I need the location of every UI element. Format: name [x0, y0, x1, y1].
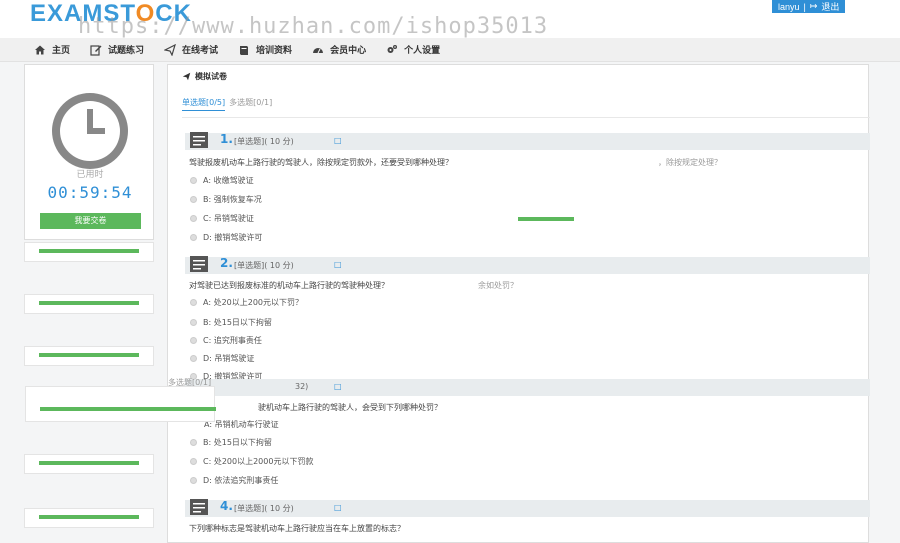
- side-card: [24, 508, 154, 528]
- question-tabs: 单选题[0/5] 多选题[0/1]: [182, 97, 272, 111]
- radio-button[interactable]: [190, 234, 197, 241]
- answer-option[interactable]: C: 吊销驾驶证: [190, 213, 254, 224]
- radio-button[interactable]: [190, 439, 197, 446]
- gears-icon: [387, 44, 398, 53]
- answer-option[interactable]: A: 处20以上200元以下罚？: [190, 297, 303, 308]
- timer-display: 00:59:54: [47, 183, 133, 202]
- question-type: [单选题]( 10 分): [234, 137, 294, 146]
- answer-option[interactable]: D: 依法追究刑事责任: [190, 475, 278, 486]
- bookmark-icon[interactable]: □: [334, 260, 342, 269]
- bookmark-icon[interactable]: □: [334, 136, 342, 145]
- question-header: 1. [单选题]( 10 分) □: [185, 132, 870, 150]
- side-card-bar: [39, 515, 139, 519]
- nav-item-online-exam[interactable]: 在线考试: [164, 43, 218, 56]
- side-card-bar: [39, 249, 139, 253]
- radio-button[interactable]: [190, 215, 197, 222]
- user-box[interactable]: lanyu | ↦ 退出: [772, 0, 846, 13]
- question-type: [单选题]( 10 分): [234, 504, 294, 513]
- panel-title: 模拟试卷: [182, 71, 227, 82]
- radio-button[interactable]: [190, 458, 197, 465]
- home-icon: [35, 45, 45, 54]
- side-card: [24, 242, 154, 262]
- question-text: 对驾驶已达到报废标准的机动车上路行驶的驾驶种处理？: [189, 281, 389, 290]
- answer-option[interactable]: B: 强制恢复车况: [190, 194, 262, 205]
- radio-button[interactable]: [190, 196, 197, 203]
- nav-item-practice[interactable]: 试题练习: [90, 43, 144, 56]
- radio-button[interactable]: [190, 477, 197, 484]
- question-type: 32): [295, 382, 309, 391]
- dashboard-icon: [313, 47, 324, 53]
- exam-panel: 模拟试卷 单选题[0/5] 多选题[0/1] 1. [单选题]( 10 分) □…: [167, 64, 870, 543]
- question-text: 驾驶报废机动车上路行驶的驾驶人，除按规定罚款外，还要受到哪种处理？: [189, 158, 453, 167]
- nav-item-home[interactable]: 主页: [34, 43, 70, 56]
- bookmark-icon[interactable]: □: [334, 503, 342, 512]
- radio-button[interactable]: [190, 177, 197, 184]
- divider: [182, 117, 870, 118]
- floating-card: [25, 386, 216, 422]
- answer-option[interactable]: D: 吊销驾驶证: [190, 353, 254, 364]
- question-header: 32) □: [185, 379, 870, 396]
- clock-icon: [52, 93, 128, 169]
- question-number: 4.: [220, 499, 233, 513]
- question-text: 下列哪种标志是驾驶机动车上路行驶应当在车上放置的标志？: [189, 524, 405, 533]
- side-card-bar: [39, 301, 139, 305]
- header: EXAMSTOCK https://www.huzhan.com/ishop35…: [0, 0, 900, 39]
- submit-exam-button[interactable]: 我要交卷: [40, 213, 141, 229]
- floating-card-bar: [40, 407, 216, 411]
- side-card: [24, 346, 154, 366]
- side-card: [24, 294, 154, 314]
- ghost-text: 余如处罚？: [478, 281, 518, 290]
- ghost-bar: [518, 217, 574, 221]
- answer-option[interactable]: B: 处15日以下拘留: [190, 437, 272, 448]
- answer-option[interactable]: C: 追究刑事责任: [190, 335, 262, 346]
- document-icon: [190, 256, 208, 272]
- question-header: 2. [单选题]( 10 分) □: [185, 256, 870, 274]
- document-icon: [190, 499, 208, 515]
- logout-icon: ↦: [809, 1, 818, 11]
- answer-option[interactable]: C: 处200以上2000元以下罚款: [190, 456, 313, 467]
- send-icon: [182, 72, 191, 81]
- send-icon: [164, 43, 176, 56]
- question-header: 4. [单选题]( 10 分) □: [185, 499, 870, 517]
- question-number: 2.: [220, 256, 233, 270]
- question-number: 1.: [220, 132, 233, 146]
- username[interactable]: lanyu: [778, 2, 800, 12]
- nav-item-settings[interactable]: 个人设置: [386, 43, 440, 56]
- side-card-bar: [39, 353, 139, 357]
- question-type: [单选题]( 10 分): [234, 261, 294, 270]
- answer-option[interactable]: D: 撤销驾驶许可: [190, 232, 262, 243]
- bookmark-icon[interactable]: □: [334, 382, 342, 391]
- radio-button[interactable]: [190, 319, 197, 326]
- nav-item-training[interactable]: 培训资料: [238, 43, 292, 56]
- tab-multi-choice[interactable]: 多选题[0/1]: [229, 97, 272, 111]
- ghost-text: ，除按规定处理？: [658, 158, 722, 167]
- tab-single-choice[interactable]: 单选题[0/5]: [182, 97, 226, 111]
- watermark: https://www.huzhan.com/ishop35013: [78, 14, 549, 39]
- radio-button[interactable]: [190, 337, 197, 344]
- edit-icon: [90, 44, 102, 56]
- answer-option[interactable]: B: 处15日以下拘留: [190, 317, 272, 328]
- document-icon: [190, 132, 208, 148]
- answer-option[interactable]: A: 吊销机动车行驶证: [204, 419, 279, 430]
- logout-link[interactable]: 退出: [821, 0, 839, 13]
- question-text: 驶机动车上路行驶的驾驶人，会受到下列哪种处罚？: [258, 403, 442, 412]
- side-card: [24, 454, 154, 474]
- radio-button[interactable]: [190, 299, 197, 306]
- radio-button[interactable]: [190, 355, 197, 362]
- answer-option[interactable]: A: 收缴驾驶证: [190, 175, 254, 186]
- book-icon: [240, 45, 249, 55]
- side-card-bar: [39, 461, 139, 465]
- main-nav: 主页 试题练习 在线考试 培训资料 会员中心 个人设置: [0, 38, 900, 62]
- nav-item-member[interactable]: 会员中心: [312, 43, 366, 56]
- used-time-label: 已用时: [76, 170, 104, 180]
- timer-panel: 已用时 00:59:54 我要交卷: [24, 64, 154, 240]
